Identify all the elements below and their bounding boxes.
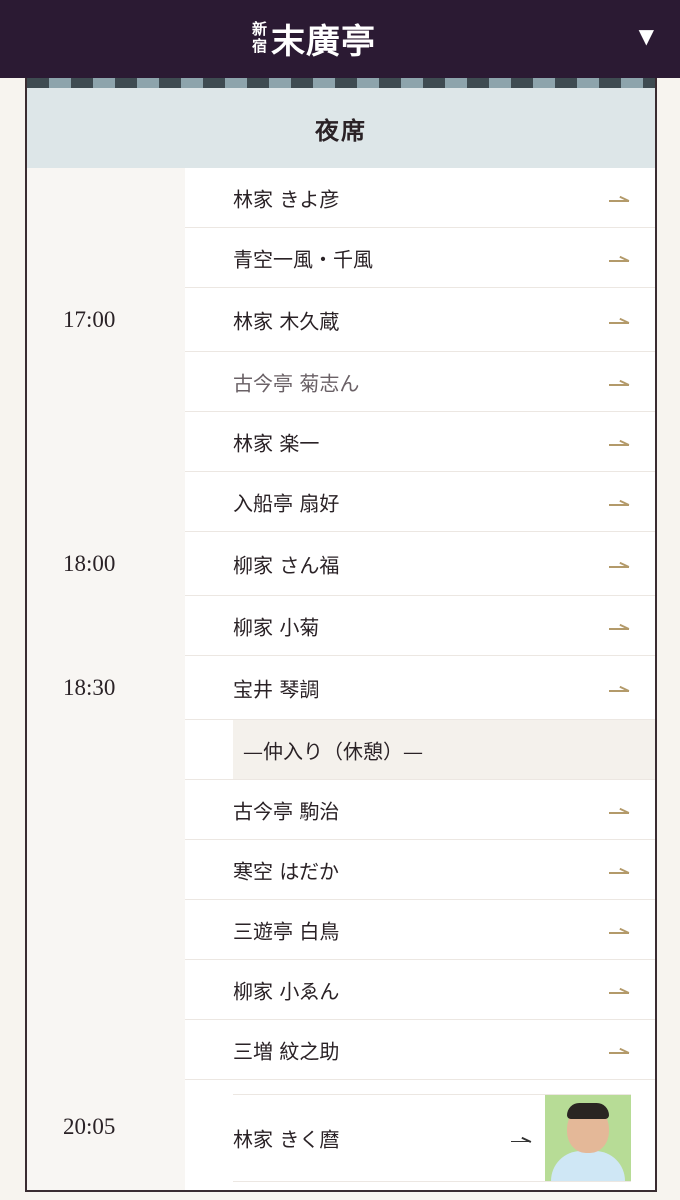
time-cell <box>27 472 185 532</box>
performer-photo[interactable] <box>545 1095 631 1181</box>
headliner-card[interactable]: 林家 きく麿 <box>233 1094 631 1182</box>
performer-cell: 青空一風・千風 <box>185 228 655 288</box>
time-cell <box>27 720 185 780</box>
arrow-right-icon[interactable] <box>609 1043 629 1057</box>
site-header: 新 宿 末廣亭 ▼ <box>0 0 680 78</box>
arrow-right-icon[interactable] <box>609 435 629 449</box>
time-label: 20:05 <box>63 1114 116 1139</box>
time-cell: 18:00 <box>27 532 185 596</box>
performer-name: 三遊亭 白鳥 <box>233 919 340 943</box>
time-cell: 17:00 <box>27 288 185 352</box>
performer-cell: 古今亭 菊志ん <box>185 352 655 412</box>
time-cell: 20:05 <box>27 1080 185 1190</box>
performer-cell: 林家 きよ彦 <box>185 168 655 228</box>
arrow-right-icon[interactable] <box>609 983 629 997</box>
list-item[interactable]: 17:00 林家 木久蔵 <box>27 288 655 352</box>
list-item[interactable]: 林家 楽一 <box>27 412 655 472</box>
time-cell <box>27 596 185 656</box>
performer-name: 宝井 琴調 <box>233 677 320 701</box>
headliner-cell: 林家 きく麿 <box>185 1080 655 1190</box>
arrow-right-icon[interactable] <box>609 803 629 817</box>
time-label: 18:00 <box>63 551 116 576</box>
list-item[interactable]: 青空一風・千風 <box>27 228 655 288</box>
time-cell: 18:30 <box>27 656 185 720</box>
arrow-right-icon[interactable] <box>609 681 629 695</box>
arrow-right-icon[interactable] <box>609 313 629 327</box>
program-panel: 夜席 林家 きよ彦 青空一風・千風 17:00 林家 木久蔵 古今亭 菊志ん 林… <box>25 78 657 1192</box>
performer-name: 林家 きよ彦 <box>233 187 340 211</box>
photo-kimono-shape <box>551 1151 625 1181</box>
performer-name: 入船亭 扇好 <box>233 491 340 515</box>
performer-cell: 三遊亭 白鳥 <box>185 900 655 960</box>
time-cell <box>27 352 185 412</box>
intermission-label: —仲入り（休憩）— <box>243 739 423 763</box>
logo-small-char-2: 宿 <box>252 37 268 55</box>
time-cell <box>27 412 185 472</box>
performer-name: 古今亭 駒治 <box>233 799 340 823</box>
performer-name: 寒空 はだか <box>233 859 339 883</box>
performer-cell: 柳家 小ゑん <box>185 960 655 1020</box>
arrow-right-icon[interactable] <box>609 191 629 205</box>
performer-cell: 林家 楽一 <box>185 412 655 472</box>
headliner-row[interactable]: 20:05 林家 きく麿 <box>27 1080 655 1190</box>
list-item[interactable]: 古今亭 駒治 <box>27 780 655 840</box>
performer-name: 林家 木久蔵 <box>233 309 340 333</box>
time-cell <box>27 1020 185 1080</box>
time-label: 18:30 <box>63 675 116 700</box>
performer-cell: 柳家 小菊 <box>185 596 655 656</box>
session-title: 夜席 <box>27 88 655 168</box>
arrow-right-icon[interactable] <box>609 863 629 877</box>
photo-hair-shape <box>567 1103 609 1119</box>
chevron-down-icon[interactable]: ▼ <box>639 24 654 48</box>
list-item[interactable]: 三増 紋之助 <box>27 1020 655 1080</box>
arrow-right-icon[interactable] <box>609 619 629 633</box>
performer-cell: 林家 木久蔵 <box>185 288 655 352</box>
performer-cell: 寒空 はだか <box>185 840 655 900</box>
time-label: 17:00 <box>63 307 116 332</box>
list-item[interactable]: 三遊亭 白鳥 <box>27 900 655 960</box>
time-cell <box>27 840 185 900</box>
performer-cell: 入船亭 扇好 <box>185 472 655 532</box>
performer-cell: 柳家 さん福 <box>185 532 655 596</box>
decorative-stripe <box>27 78 655 88</box>
logo-small-char-1: 新 <box>252 20 268 38</box>
arrow-right-icon[interactable] <box>609 923 629 937</box>
list-item[interactable]: 寒空 はだか <box>27 840 655 900</box>
list-item[interactable]: 入船亭 扇好 <box>27 472 655 532</box>
list-item[interactable]: 古今亭 菊志ん <box>27 352 655 412</box>
performer-name: 林家 楽一 <box>233 431 320 455</box>
arrow-right-icon[interactable] <box>609 557 629 571</box>
intermission-row: —仲入り（休憩）— <box>27 720 655 780</box>
performer-name: 三増 紋之助 <box>233 1039 340 1063</box>
time-cell <box>27 228 185 288</box>
time-cell <box>27 960 185 1020</box>
arrow-right-icon[interactable] <box>609 251 629 265</box>
intermission-cell: —仲入り（休憩）— <box>185 720 655 780</box>
logo-small-text: 新 宿 <box>252 21 267 55</box>
performer-name: 青空一風・千風 <box>233 247 373 271</box>
list-item[interactable]: 18:30 宝井 琴調 <box>27 656 655 720</box>
performer-cell: 古今亭 駒治 <box>185 780 655 840</box>
list-item[interactable]: 林家 きよ彦 <box>27 168 655 228</box>
performer-name: 林家 きく麿 <box>233 1127 340 1152</box>
performer-cell: 宝井 琴調 <box>185 656 655 720</box>
arrow-right-icon[interactable] <box>609 375 629 389</box>
list-item[interactable]: 柳家 小菊 <box>27 596 655 656</box>
arrow-right-icon[interactable] <box>511 1131 531 1145</box>
performer-cell: 三増 紋之助 <box>185 1020 655 1080</box>
time-cell <box>27 900 185 960</box>
performer-name: 柳家 小菊 <box>233 615 320 639</box>
performer-name: 柳家 小ゑん <box>233 979 340 1003</box>
performer-name: 古今亭 菊志ん <box>233 371 360 395</box>
logo-main-text: 末廣亭 <box>271 21 377 62</box>
list-item[interactable]: 柳家 小ゑん <box>27 960 655 1020</box>
list-item[interactable]: 18:00 柳家 さん福 <box>27 532 655 596</box>
time-cell <box>27 168 185 228</box>
performer-name: 柳家 さん福 <box>233 553 340 577</box>
arrow-right-icon[interactable] <box>609 495 629 509</box>
site-logo[interactable]: 新 宿 末廣亭 <box>252 14 376 62</box>
time-cell <box>27 780 185 840</box>
